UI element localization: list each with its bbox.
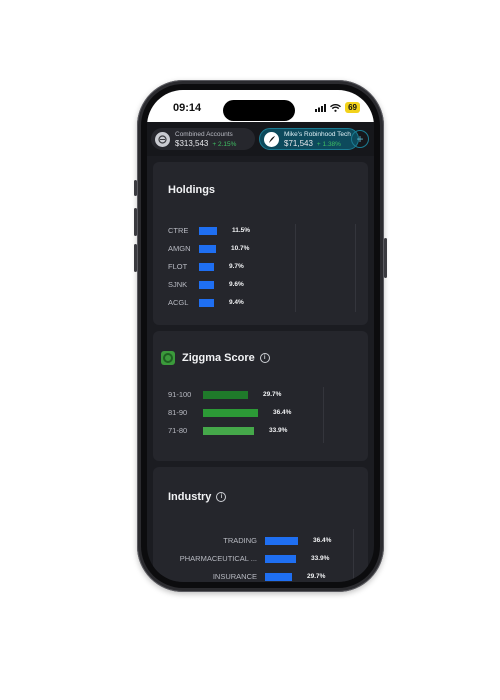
holdings-percentage: 9.4% bbox=[229, 299, 244, 306]
app-screen: 09:14 69 Combined Accounts $313,543 + 2.… bbox=[147, 90, 374, 582]
account-value: $71,543 bbox=[284, 138, 313, 148]
volume-up-button bbox=[134, 208, 137, 236]
card-title-text: Ziggma Score bbox=[182, 352, 255, 364]
add-account-button[interactable]: + bbox=[351, 130, 369, 148]
wifi-icon bbox=[330, 103, 342, 112]
holdings-label: AMGN bbox=[168, 244, 191, 253]
holdings-percentage: 9.6% bbox=[229, 281, 244, 288]
ziggma-score-title: Ziggma Score i bbox=[161, 351, 270, 365]
battery-icon: 69 bbox=[345, 102, 360, 113]
industry-title: Industry i bbox=[168, 491, 227, 503]
ziggma-bar bbox=[203, 409, 258, 417]
info-icon[interactable]: i bbox=[259, 353, 270, 363]
ziggma-score-card: Ziggma Score i 91-100 29.7% 81-90 36.4% 71-8… bbox=[153, 331, 368, 461]
holdings-bar bbox=[199, 227, 217, 235]
account-name: Mike's Robinhood Tech bbox=[284, 130, 351, 138]
industry-row[interactable]: PHARMACEUTICAL ... 33.9% bbox=[153, 553, 368, 565]
holdings-percentage: 11.5% bbox=[232, 227, 251, 234]
ziggma-label: 71-80 bbox=[168, 426, 188, 435]
phone-frame: 09:14 69 Combined Accounts $313,543 + 2.… bbox=[134, 80, 387, 592]
holdings-row[interactable]: FLOT 9.7% bbox=[153, 261, 368, 273]
industry-row[interactable]: TRADING 36.4% bbox=[153, 535, 368, 547]
account-chip-mike-robinhood[interactable]: Mike's Robinhood Tech $71,543 + 1.38% bbox=[259, 128, 359, 150]
holdings-label: FLOT bbox=[168, 262, 188, 271]
clock: 09:14 bbox=[173, 102, 202, 114]
holdings-title: Holdings bbox=[168, 184, 215, 196]
phone-bezel: 09:14 69 Combined Accounts $313,543 + 2.… bbox=[141, 84, 380, 588]
industry-label: INSURANCE bbox=[212, 572, 257, 581]
industry-row[interactable]: INSURANCE 29.7% bbox=[153, 571, 368, 582]
account-change: + 1.38% bbox=[316, 140, 341, 148]
industry-label: TRADING bbox=[223, 536, 257, 545]
account-switcher: Combined Accounts $313,543 + 2.15% Mike's… bbox=[147, 122, 374, 156]
industry-label: PHARMACEUTICAL ... bbox=[179, 554, 257, 563]
account-change: + 2.15% bbox=[212, 140, 237, 148]
status-bar: 09:14 69 bbox=[147, 90, 374, 122]
holdings-bar bbox=[199, 245, 216, 253]
holdings-row[interactable]: AMGN 10.7% bbox=[153, 243, 368, 255]
ziggma-row[interactable]: 91-100 29.7% bbox=[153, 389, 368, 401]
ziggma-percentage: 29.7% bbox=[263, 391, 282, 398]
industry-bar bbox=[265, 537, 298, 545]
ziggma-bar bbox=[203, 427, 254, 435]
card-title-text: Holdings bbox=[168, 184, 216, 196]
holdings-card: Holdings CTRE 11.5% AMGN 10.7% FLOT 9.7% SJNK 9… bbox=[153, 162, 368, 325]
ziggma-percentage: 36.4% bbox=[273, 409, 292, 416]
industry-percentage: 29.7% bbox=[307, 573, 326, 580]
ziggma-label: 91-100 bbox=[168, 390, 192, 399]
signal-icon bbox=[315, 103, 327, 112]
holdings-label: CTRE bbox=[168, 226, 189, 235]
account-name: Combined Accounts bbox=[175, 130, 233, 138]
account-chip-combined[interactable]: Combined Accounts $313,543 + 2.15% bbox=[151, 128, 255, 150]
holdings-percentage: 9.7% bbox=[229, 263, 244, 270]
industry-card: Industry i TRADING 36.4% PHARMACEUTICAL ..… bbox=[153, 467, 368, 582]
industry-percentage: 33.9% bbox=[311, 555, 330, 562]
status-icons: 69 bbox=[315, 102, 360, 113]
holdings-row[interactable]: CTRE 11.5% bbox=[153, 225, 368, 237]
ziggma-bar bbox=[203, 391, 248, 399]
account-value: $313,543 bbox=[175, 138, 209, 148]
ziggma-logo-icon bbox=[161, 351, 175, 365]
industry-bar bbox=[265, 573, 292, 581]
holdings-row[interactable]: ACGL 9.4% bbox=[153, 297, 368, 309]
volume-down-button bbox=[134, 244, 137, 272]
ziggma-row[interactable]: 81-90 36.4% bbox=[153, 407, 368, 419]
dynamic-island bbox=[223, 100, 295, 121]
holdings-bar bbox=[199, 281, 214, 289]
holdings-bar bbox=[199, 263, 214, 271]
holdings-label: ACGL bbox=[168, 298, 189, 307]
ziggma-percentage: 33.9% bbox=[269, 427, 288, 434]
holdings-row[interactable]: SJNK 9.6% bbox=[153, 279, 368, 291]
robinhood-feather-icon bbox=[264, 131, 279, 147]
power-button bbox=[384, 238, 387, 278]
combined-accounts-icon bbox=[155, 131, 170, 147]
ziggma-row[interactable]: 71-80 33.9% bbox=[153, 425, 368, 437]
card-title-text: Industry bbox=[168, 491, 212, 503]
action-button bbox=[134, 180, 137, 196]
ziggma-label: 81-90 bbox=[168, 408, 188, 417]
holdings-bar bbox=[199, 299, 214, 307]
industry-percentage: 36.4% bbox=[313, 537, 332, 544]
info-icon[interactable]: i bbox=[216, 492, 227, 502]
holdings-label: SJNK bbox=[168, 280, 188, 289]
holdings-percentage: 10.7% bbox=[231, 245, 250, 252]
industry-bar bbox=[265, 555, 296, 563]
